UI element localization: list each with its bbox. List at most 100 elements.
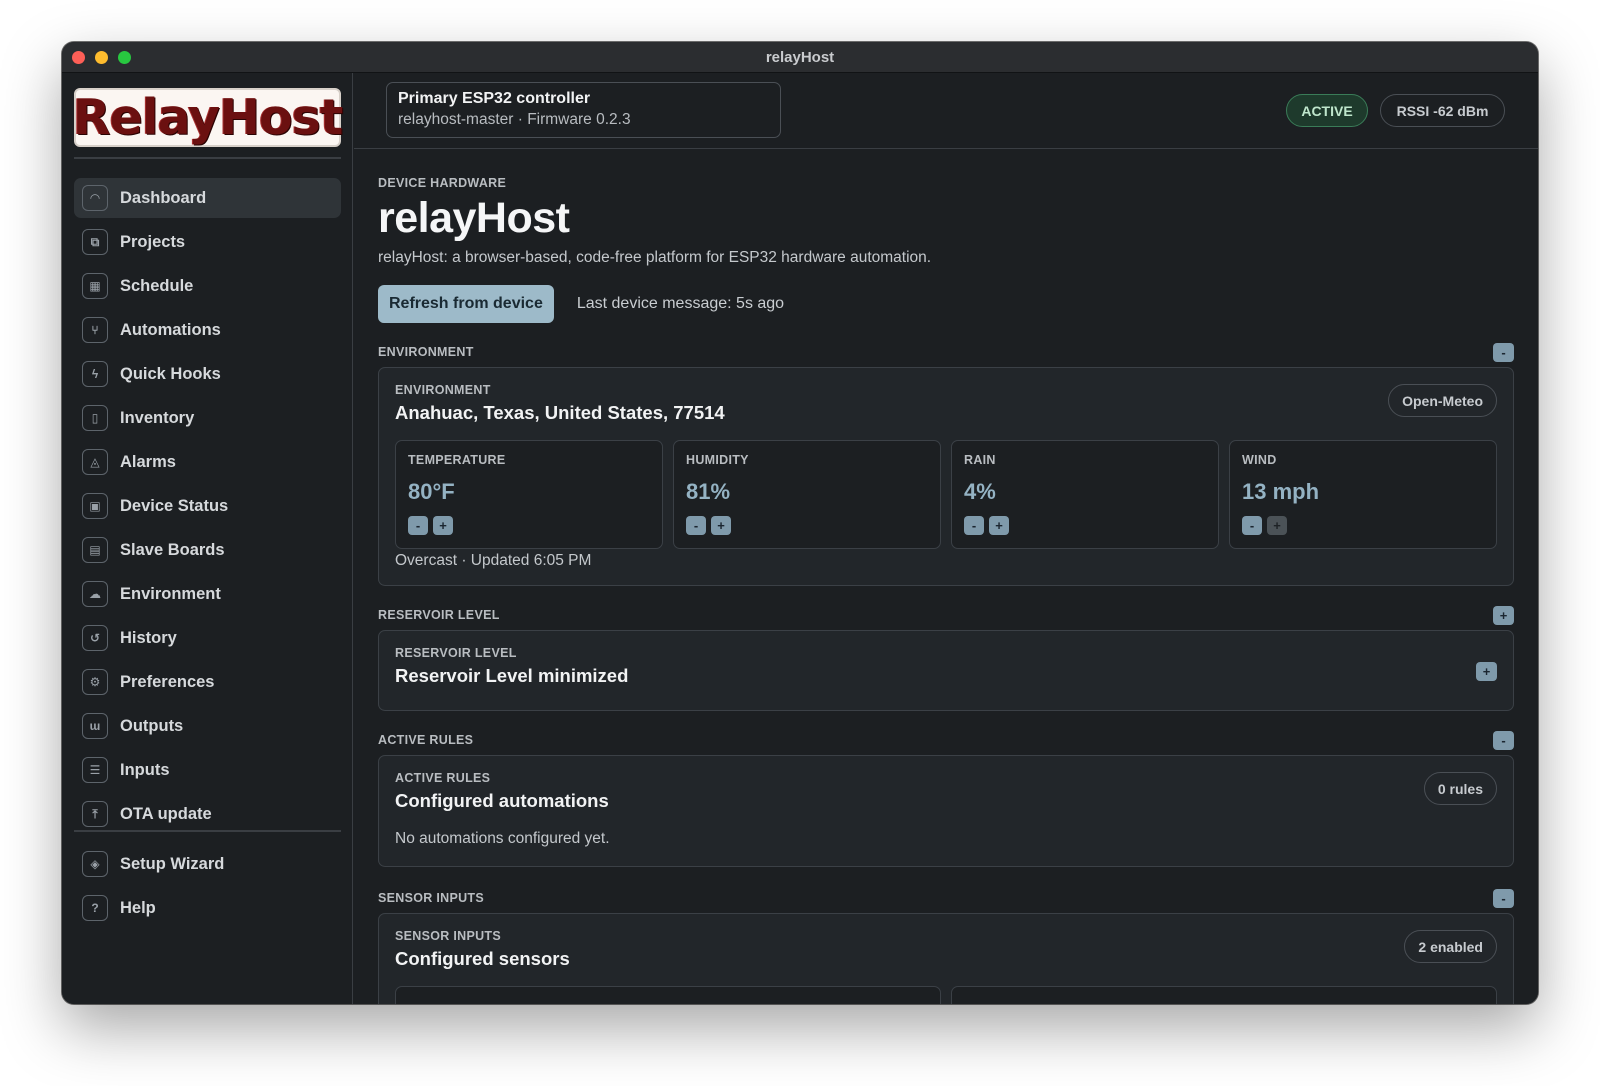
gauge-icon: ◠ <box>82 185 108 211</box>
close-window-button[interactable] <box>72 51 85 64</box>
card-eyebrow: ACTIVE RULES <box>395 771 491 785</box>
sidebar-item-label: Projects <box>120 232 186 251</box>
metric-value: 80°F <box>408 479 455 504</box>
sidebar-divider <box>74 157 341 159</box>
sensor-card[interactable] <box>395 986 941 1004</box>
restore-reservoir-button[interactable]: + <box>1476 662 1497 681</box>
sidebar-item-label: Dashboard <box>120 188 207 207</box>
metric-value: 13 mph <box>1242 479 1320 504</box>
environment-section-header: ENVIRONMENT - <box>378 343 1514 362</box>
rules-title: Configured automations <box>395 790 609 811</box>
sidebar-item-environment[interactable]: ☁ Environment <box>74 574 341 614</box>
sidebar-item-label: Slave Boards <box>120 540 225 559</box>
sidebar-divider <box>74 830 341 832</box>
section-label: ENVIRONMENT <box>378 345 474 359</box>
cloud-icon: ☁ <box>82 581 108 607</box>
sidebar-item-quick-hooks[interactable]: ϟ Quick Hooks <box>74 354 341 394</box>
inputs-icon: ☰ <box>82 757 108 783</box>
minimize-window-button[interactable] <box>95 51 108 64</box>
metric-humidity: HUMIDITY 81% - + <box>673 440 941 549</box>
boards-icon: ▤ <box>82 537 108 563</box>
status-badge: ACTIVE <box>1286 94 1368 127</box>
sidebar-item-label: Environment <box>120 584 221 603</box>
metric-temperature: TEMPERATURE 80°F - + <box>395 440 663 549</box>
sidebar-item-label: Alarms <box>120 452 176 471</box>
maximize-window-button[interactable] <box>118 51 131 64</box>
metric-label: TEMPERATURE <box>408 453 506 467</box>
sidebar-item-label: Automations <box>120 320 221 339</box>
metric-label: HUMIDITY <box>686 453 749 467</box>
metric-controls: - + <box>964 516 1206 535</box>
section-label: ACTIVE RULES <box>378 733 474 747</box>
upload-icon: ⤒ <box>82 801 108 827</box>
sidebar-item-device-status[interactable]: ▣ Device Status <box>74 486 341 526</box>
sidebar-item-outputs[interactable]: ɯ Outputs <box>74 706 341 746</box>
relayhost-logo[interactable]: RelayHost <box>73 88 343 147</box>
sidebar-item-label: Outputs <box>120 716 184 735</box>
decrease-button[interactable]: - <box>686 516 706 535</box>
sidebar-item-projects[interactable]: ⧉ Projects <box>74 222 341 262</box>
expand-reservoir-button[interactable]: + <box>1493 606 1514 625</box>
window-controls <box>72 51 131 64</box>
decrease-button[interactable]: - <box>1242 516 1262 535</box>
metric-value: 4% <box>964 479 996 504</box>
sidebar-item-label: Setup Wizard <box>120 854 225 873</box>
collapse-sensors-button[interactable]: - <box>1493 889 1514 908</box>
decrease-button[interactable]: - <box>408 516 428 535</box>
sidebar-item-preferences[interactable]: ⚙ Preferences <box>74 662 341 702</box>
refresh-row: Refresh from device Last device message:… <box>378 285 1514 323</box>
sidebar-item-history[interactable]: ↺ History <box>74 618 341 658</box>
sidebar-item-dashboard[interactable]: ◠ Dashboard <box>74 178 341 218</box>
projects-icon: ⧉ <box>82 229 108 255</box>
environment-card: ENVIRONMENT Anahuac, Texas, United State… <box>378 367 1514 586</box>
collapse-rules-button[interactable]: - <box>1493 731 1514 750</box>
decrease-button[interactable]: - <box>964 516 984 535</box>
sidebar-item-inputs[interactable]: ☰ Inputs <box>74 750 341 790</box>
device-selector[interactable]: Primary ESP32 controller relayhost-maste… <box>386 82 781 138</box>
sidebar-item-label: Inventory <box>120 408 195 427</box>
sidebar-item-label: Preferences <box>120 672 215 691</box>
increase-button[interactable]: + <box>1267 516 1287 535</box>
collapse-environment-button[interactable]: - <box>1493 343 1514 362</box>
sidebar-item-help[interactable]: ? Help <box>74 888 341 928</box>
increase-button[interactable]: + <box>433 516 453 535</box>
sidebar: RelayHost ◠ Dashboard ⧉ Projects ▦ Schedule ⑂ A… <box>62 73 353 1004</box>
reservoir-section-header: RESERVOIR LEVEL + <box>378 606 1514 625</box>
sidebar-item-label: OTA update <box>120 804 212 823</box>
sidebar-item-ota-update[interactable]: ⤒ OTA update <box>74 794 341 834</box>
sidebar-item-inventory[interactable]: ▯ Inventory <box>74 398 341 438</box>
metric-value: 81% <box>686 479 731 504</box>
sensors-title: Configured sensors <box>395 948 570 969</box>
rules-empty-text: No automations configured yet. <box>395 830 610 847</box>
card-eyebrow: RESERVOIR LEVEL <box>395 646 517 660</box>
section-label: RESERVOIR LEVEL <box>378 608 500 622</box>
device-name: Primary ESP32 controller <box>398 90 591 107</box>
sidebar-item-label: Quick Hooks <box>120 364 221 383</box>
sensors-section-header: SENSOR INPUTS - <box>378 889 1514 908</box>
sidebar-item-schedule[interactable]: ▦ Schedule <box>74 266 341 306</box>
sidebar-item-label: Device Status <box>120 496 229 515</box>
weather-provider-badge[interactable]: Open-Meteo <box>1388 384 1497 417</box>
device-firmware: relayhost-master · Firmware 0.2.3 <box>398 111 631 128</box>
card-eyebrow: ENVIRONMENT <box>395 383 491 397</box>
top-bar: Primary ESP32 controller relayhost-maste… <box>354 73 1538 149</box>
environment-footer: Overcast · Updated 6:05 PM <box>395 552 592 569</box>
sensor-card[interactable] <box>951 986 1497 1004</box>
metric-controls: - + <box>686 516 928 535</box>
increase-button[interactable]: + <box>711 516 731 535</box>
sidebar-item-label: Schedule <box>120 276 194 295</box>
sidebar-item-automations[interactable]: ⑂ Automations <box>74 310 341 350</box>
title-bar: relayHost <box>62 42 1538 73</box>
sidebar-item-slave-boards[interactable]: ▤ Slave Boards <box>74 530 341 570</box>
schedule-icon: ▦ <box>82 273 108 299</box>
sidebar-item-label: Help <box>120 898 156 917</box>
refresh-button[interactable]: Refresh from device <box>378 285 554 323</box>
metric-wind: WIND 13 mph - + <box>1229 440 1497 549</box>
sidebar-item-alarms[interactable]: ◬ Alarms <box>74 442 341 482</box>
sidebar-item-setup-wizard[interactable]: ◈ Setup Wizard <box>74 844 341 884</box>
main-content: Primary ESP32 controller relayhost-maste… <box>354 73 1538 1004</box>
window-title: relayHost <box>765 48 835 66</box>
sensor-list <box>395 986 1497 1004</box>
layers-icon: ◈ <box>82 851 108 877</box>
increase-button[interactable]: + <box>989 516 1009 535</box>
